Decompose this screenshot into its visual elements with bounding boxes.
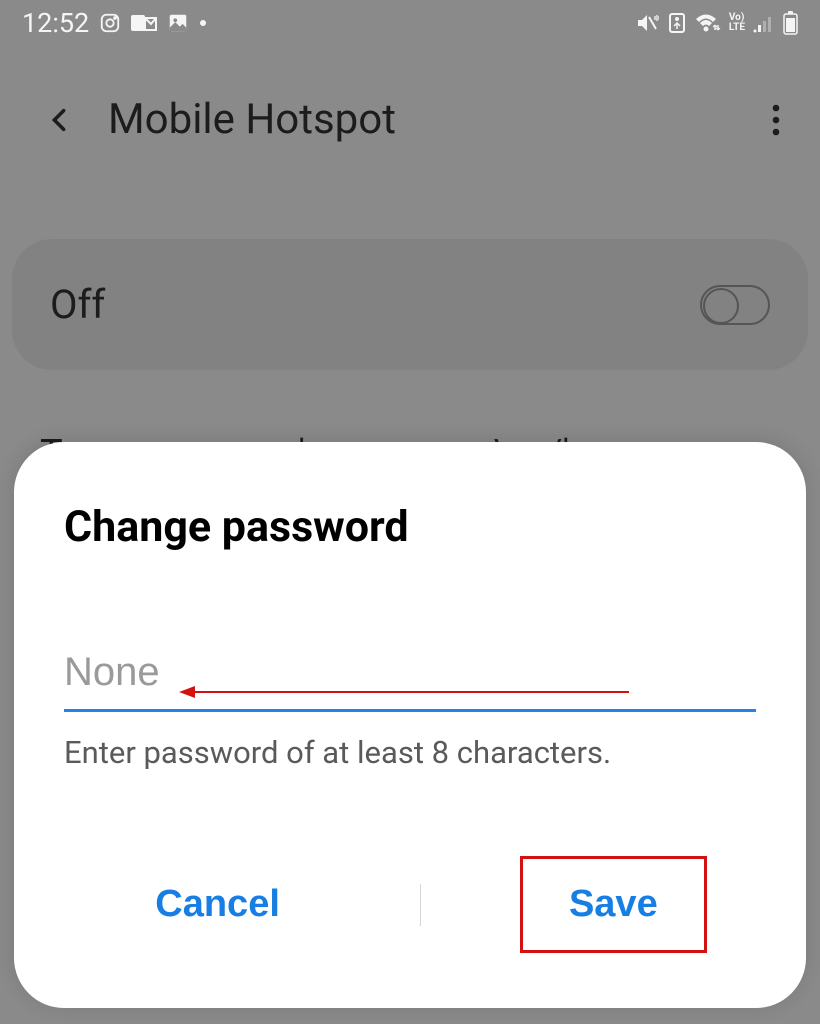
password-hint: Enter password of at least 8 characters. (64, 734, 756, 771)
gallery-icon (167, 12, 189, 34)
volte-icon: Vo)LTE (729, 13, 745, 33)
button-divider (420, 884, 421, 926)
save-button[interactable]: Save (527, 867, 700, 942)
page-title: Mobile Hotspot (108, 95, 737, 144)
hotspot-toggle-card[interactable]: Off (12, 239, 808, 370)
hotspot-toggle-switch[interactable] (700, 285, 770, 325)
instagram-icon (99, 12, 121, 34)
dialog-button-row: Cancel Save (64, 856, 756, 953)
outlook-icon (131, 12, 157, 34)
cancel-button[interactable]: Cancel (113, 867, 322, 942)
change-password-dialog: Change password Enter password of at lea… (14, 442, 806, 1008)
wifi-icon (695, 12, 721, 34)
hotspot-toggle-label: Off (50, 281, 105, 328)
more-menu-icon[interactable] (772, 104, 780, 136)
more-notifications-icon (199, 19, 207, 27)
back-icon[interactable] (45, 106, 73, 134)
data-saver-icon (667, 12, 687, 34)
status-bar: 12:52 Vo)LTE (0, 0, 820, 45)
status-bar-left: 12:52 (22, 7, 207, 39)
battery-icon (783, 11, 798, 35)
mute-vibrate-icon (635, 12, 659, 34)
save-button-highlight: Save (520, 856, 707, 953)
status-time: 12:52 (22, 7, 89, 39)
settings-header: Mobile Hotspot (0, 45, 820, 179)
password-field-wrap (64, 650, 756, 712)
dialog-title: Change password (64, 502, 756, 552)
status-bar-right: Vo)LTE (635, 11, 798, 35)
signal-icon (753, 13, 775, 33)
password-input[interactable] (64, 650, 756, 712)
